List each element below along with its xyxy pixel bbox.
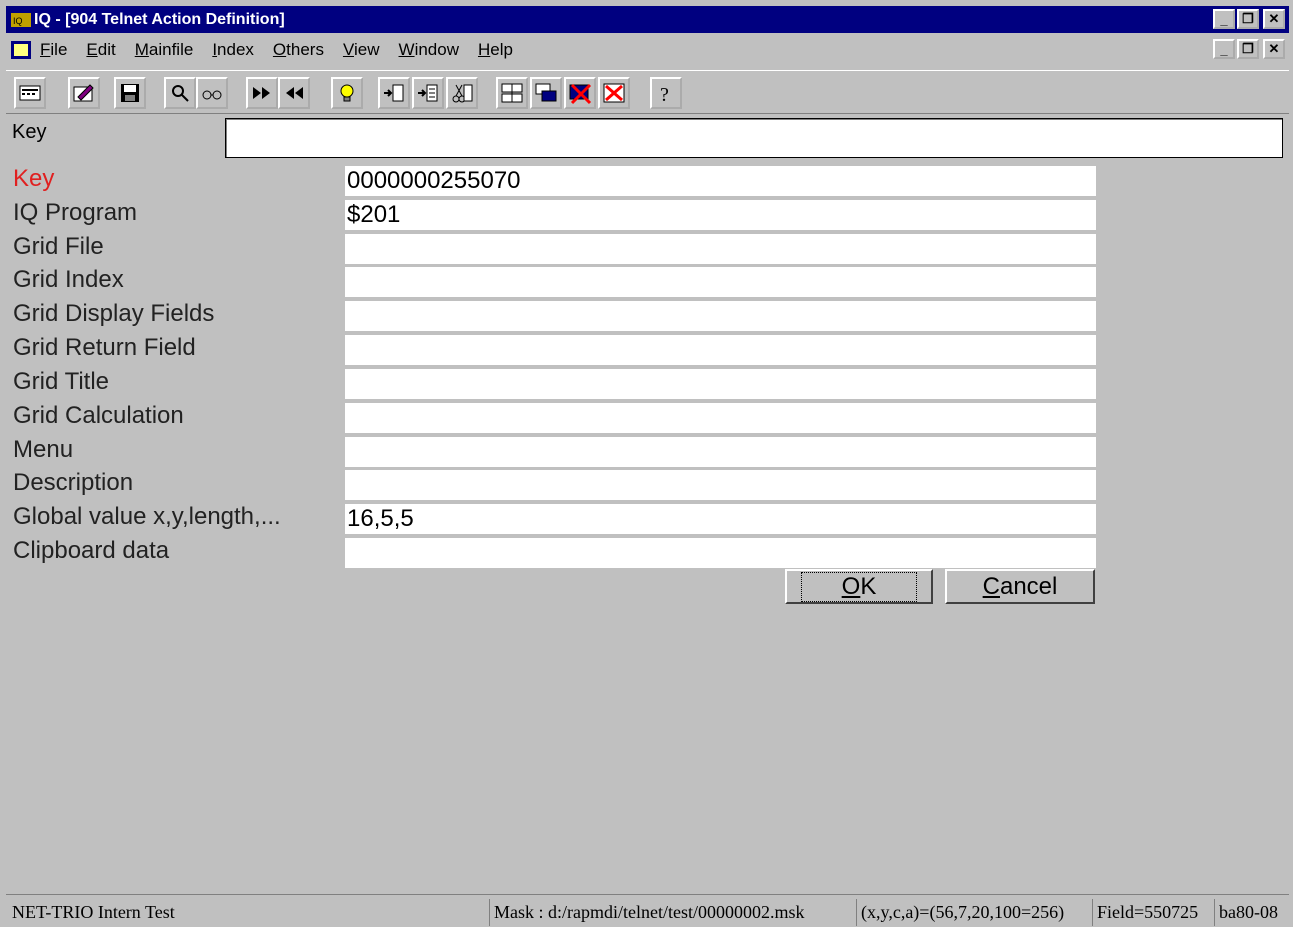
insert-button[interactable] (378, 77, 410, 109)
close-window-icon (603, 83, 625, 103)
glasses-icon (202, 90, 222, 100)
window-title: IQ - [904 Telnet Action Definition] (34, 10, 285, 28)
insert-file-button[interactable] (412, 77, 444, 109)
save-icon (121, 84, 139, 102)
app-icon[interactable]: IQ (10, 10, 32, 30)
key-search-label: Key (12, 121, 47, 143)
field-label-grid-title: Grid Title (13, 368, 110, 395)
insert-file-icon (418, 84, 438, 102)
restore-button[interactable]: ❐ (1237, 9, 1259, 29)
field-label-description: Description (13, 469, 134, 496)
doc-minimize-button[interactable]: _ (1213, 39, 1235, 59)
save-button[interactable] (114, 77, 146, 109)
field-label-grid-file: Grid File (13, 233, 104, 260)
calculator-button[interactable] (14, 77, 46, 109)
menu-file[interactable]: File (40, 40, 67, 60)
minimize-button[interactable]: _ (1213, 9, 1235, 29)
windows-button[interactable] (530, 77, 562, 109)
status-mask: Mask : d:/rapmdi/telnet/test/00000002.ms… (489, 899, 804, 926)
insert-icon (384, 84, 404, 102)
delete-record-button[interactable] (564, 77, 596, 109)
field-input-grid-display-fields[interactable] (345, 301, 1096, 331)
field-input-clipboard-data[interactable] (345, 538, 1096, 568)
field-input-key[interactable] (345, 166, 1096, 196)
field-input-iq-program[interactable] (345, 200, 1096, 230)
field-label-grid-index: Grid Index (13, 266, 124, 293)
field-label-global-value-x-y-length: Global value x,y,length,... (13, 503, 281, 530)
menu-mainfile[interactable]: Mainfile (135, 40, 194, 60)
restore-icon: ❐ (1242, 11, 1254, 26)
menu-others[interactable]: Others (273, 40, 324, 60)
minimize-icon: _ (1220, 11, 1228, 27)
ok-button[interactable]: OK (785, 569, 933, 604)
doc-close-button[interactable]: ✕ (1263, 39, 1285, 59)
next-icon (253, 87, 270, 99)
previous-icon (286, 87, 303, 99)
status-bar: NET-TRIO Intern Test Mask : d:/rapmdi/te… (6, 894, 1289, 927)
status-company: NET-TRIO Intern Test (12, 902, 175, 922)
field-label-key: Key (13, 165, 55, 192)
restore-icon: ❐ (1242, 41, 1254, 56)
field-label-menu: Menu (13, 436, 74, 463)
field-label-clipboard-data: Clipboard data (13, 537, 170, 564)
field-label-grid-display-fields: Grid Display Fields (13, 300, 215, 327)
edit-icon (73, 84, 94, 102)
delete-record-icon (569, 83, 592, 105)
svg-text:?: ? (660, 84, 669, 105)
status-field: Field=550725 (1092, 899, 1198, 926)
field-label-grid-calculation: Grid Calculation (13, 402, 184, 429)
layout-button[interactable] (496, 77, 528, 109)
field-input-menu[interactable] (345, 437, 1096, 467)
field-input-grid-index[interactable] (345, 267, 1096, 297)
search-icon (172, 85, 189, 102)
help-icon: ? (660, 84, 669, 105)
close-button[interactable]: ✕ (1263, 9, 1285, 29)
cut-icon (452, 84, 473, 103)
search-button[interactable] (164, 77, 196, 109)
toolbar: ? (6, 70, 1289, 114)
menu-bar: File Edit Mainfile Index Others View Window Hel… (6, 35, 1289, 65)
layout-icon (501, 83, 523, 103)
glasses-button[interactable] (196, 77, 228, 109)
field-input-description[interactable] (345, 470, 1096, 500)
close-icon: ✕ (1268, 11, 1280, 26)
menu-edit[interactable]: Edit (86, 40, 115, 60)
calculator-icon (19, 85, 41, 101)
previous-button[interactable] (278, 77, 310, 109)
menu-view[interactable]: View (343, 40, 380, 60)
field-label-grid-return-field: Grid Return Field (13, 334, 196, 361)
field-input-grid-calculation[interactable] (345, 403, 1096, 433)
field-label-iq-program: IQ Program (13, 199, 138, 226)
status-coordinates: (x,y,c,a)=(56,7,20,100=256) (856, 899, 1064, 926)
field-input-global-value-x-y-length[interactable] (345, 504, 1096, 534)
help-button[interactable]: ? (650, 77, 682, 109)
windows-icon (535, 83, 557, 102)
edit-button[interactable] (68, 77, 100, 109)
title-bar: IQ IQ - [904 Telnet Action Definition] _… (6, 6, 1289, 33)
cut-button[interactable] (446, 77, 478, 109)
next-button[interactable] (246, 77, 278, 109)
close-icon: ✕ (1268, 41, 1280, 56)
field-input-grid-title[interactable] (345, 369, 1096, 399)
lightbulb-icon (340, 84, 354, 102)
document-icon[interactable] (10, 40, 32, 60)
menu-help[interactable]: Help (478, 40, 513, 60)
cancel-button[interactable]: Cancel (945, 569, 1095, 604)
minimize-icon: _ (1220, 41, 1228, 57)
key-search-input[interactable] (225, 118, 1283, 158)
lightbulb-button[interactable] (331, 77, 363, 109)
menu-window[interactable]: Window (399, 40, 459, 60)
doc-restore-button[interactable]: ❐ (1237, 39, 1259, 59)
menu-index[interactable]: Index (212, 40, 254, 60)
svg-text:IQ: IQ (13, 16, 23, 26)
field-input-grid-file[interactable] (345, 234, 1096, 264)
status-version: ba80-08 (1214, 899, 1278, 926)
close-window-button[interactable] (598, 77, 630, 109)
field-input-grid-return-field[interactable] (345, 335, 1096, 365)
